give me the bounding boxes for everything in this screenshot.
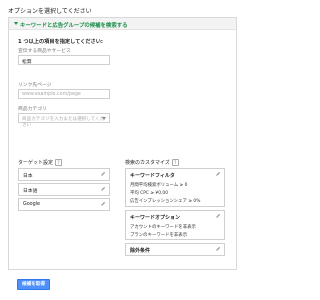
options-panel: キーワードと広告グループの候補を検索する 1 つ以上の項目を指定してください: … — [8, 17, 237, 270]
keyword-filter-box[interactable]: キーワードフィルタ 月間平均検索ボリューム ≥ 0 平均 CPC ≥ ¥0.00… — [125, 168, 225, 207]
category-select[interactable]: 商品カテゴリを入力または選択してください — [18, 113, 110, 128]
exclude-box[interactable]: 除外条件 — [125, 243, 225, 256]
keyword-options-line: プランのキーワードを非表示 — [130, 233, 188, 238]
pencil-icon[interactable] — [215, 246, 221, 252]
targeting-location-text: 日本 — [23, 174, 33, 179]
targeting-location[interactable]: 日本 — [18, 168, 110, 181]
product-input[interactable]: 松茸 — [18, 55, 110, 65]
targeting-language[interactable]: 日本語 — [18, 183, 110, 196]
targeting-network[interactable]: Google — [18, 198, 110, 211]
get-ideas-button[interactable]: 候補を取得 — [17, 279, 50, 290]
chevron-down-icon — [102, 117, 106, 120]
exclude-title: 除外条件 — [130, 248, 151, 254]
targeting-title: ターゲット設定? — [18, 159, 63, 166]
targeting-language-text: 日本語 — [23, 189, 38, 194]
category-placeholder: 商品カテゴリを入力または選択してください — [22, 117, 105, 128]
section-header[interactable]: キーワードと広告グループの候補を検索する — [9, 18, 236, 30]
landing-page-label: リンク先ページ — [18, 83, 52, 88]
help-icon[interactable]: ? — [55, 159, 63, 166]
pencil-icon[interactable] — [215, 171, 221, 177]
keyword-filter-line: 月間平均検索ボリューム ≥ 0 — [130, 183, 188, 188]
pencil-icon[interactable] — [215, 213, 221, 219]
targeting-title-text: ターゲット設定 — [18, 160, 54, 166]
section-title[interactable]: キーワードと広告グループの候補を検索する — [20, 21, 128, 29]
help-icon[interactable]: ? — [171, 159, 179, 166]
pencil-icon[interactable] — [100, 171, 106, 177]
hint-text: 1 つ以上の項目を指定してください: — [18, 39, 103, 45]
keyword-filter-line: 平均 CPC ≥ ¥0.00 — [130, 191, 168, 196]
category-label: 商品カテゴリ — [18, 107, 47, 112]
page-title: オプションを選択してください — [8, 8, 92, 15]
keyword-filter-title: キーワードフィルタ — [130, 173, 175, 179]
landing-page-input[interactable]: www.example.com/page — [18, 89, 110, 99]
pencil-icon[interactable] — [100, 201, 106, 207]
keyword-filter-line: 広告インプレッションシェア ≥ 0% — [130, 199, 201, 204]
targeting-network-text: Google — [23, 202, 40, 207]
product-label: 宣伝する商品やサービス — [18, 49, 71, 54]
triangle-down-icon[interactable] — [14, 22, 18, 25]
customize-title-text: 検索のカスタマイズ — [125, 160, 170, 166]
keyword-options-title: キーワードオプション — [130, 215, 181, 221]
customize-title: 検索のカスタマイズ? — [125, 159, 179, 166]
keyword-options-box[interactable]: キーワードオプション アカウントのキーワードを非表示 プランのキーワードを非表示 — [125, 210, 225, 240]
keyword-options-line: アカウントのキーワードを非表示 — [130, 225, 196, 230]
pencil-icon[interactable] — [100, 186, 106, 192]
